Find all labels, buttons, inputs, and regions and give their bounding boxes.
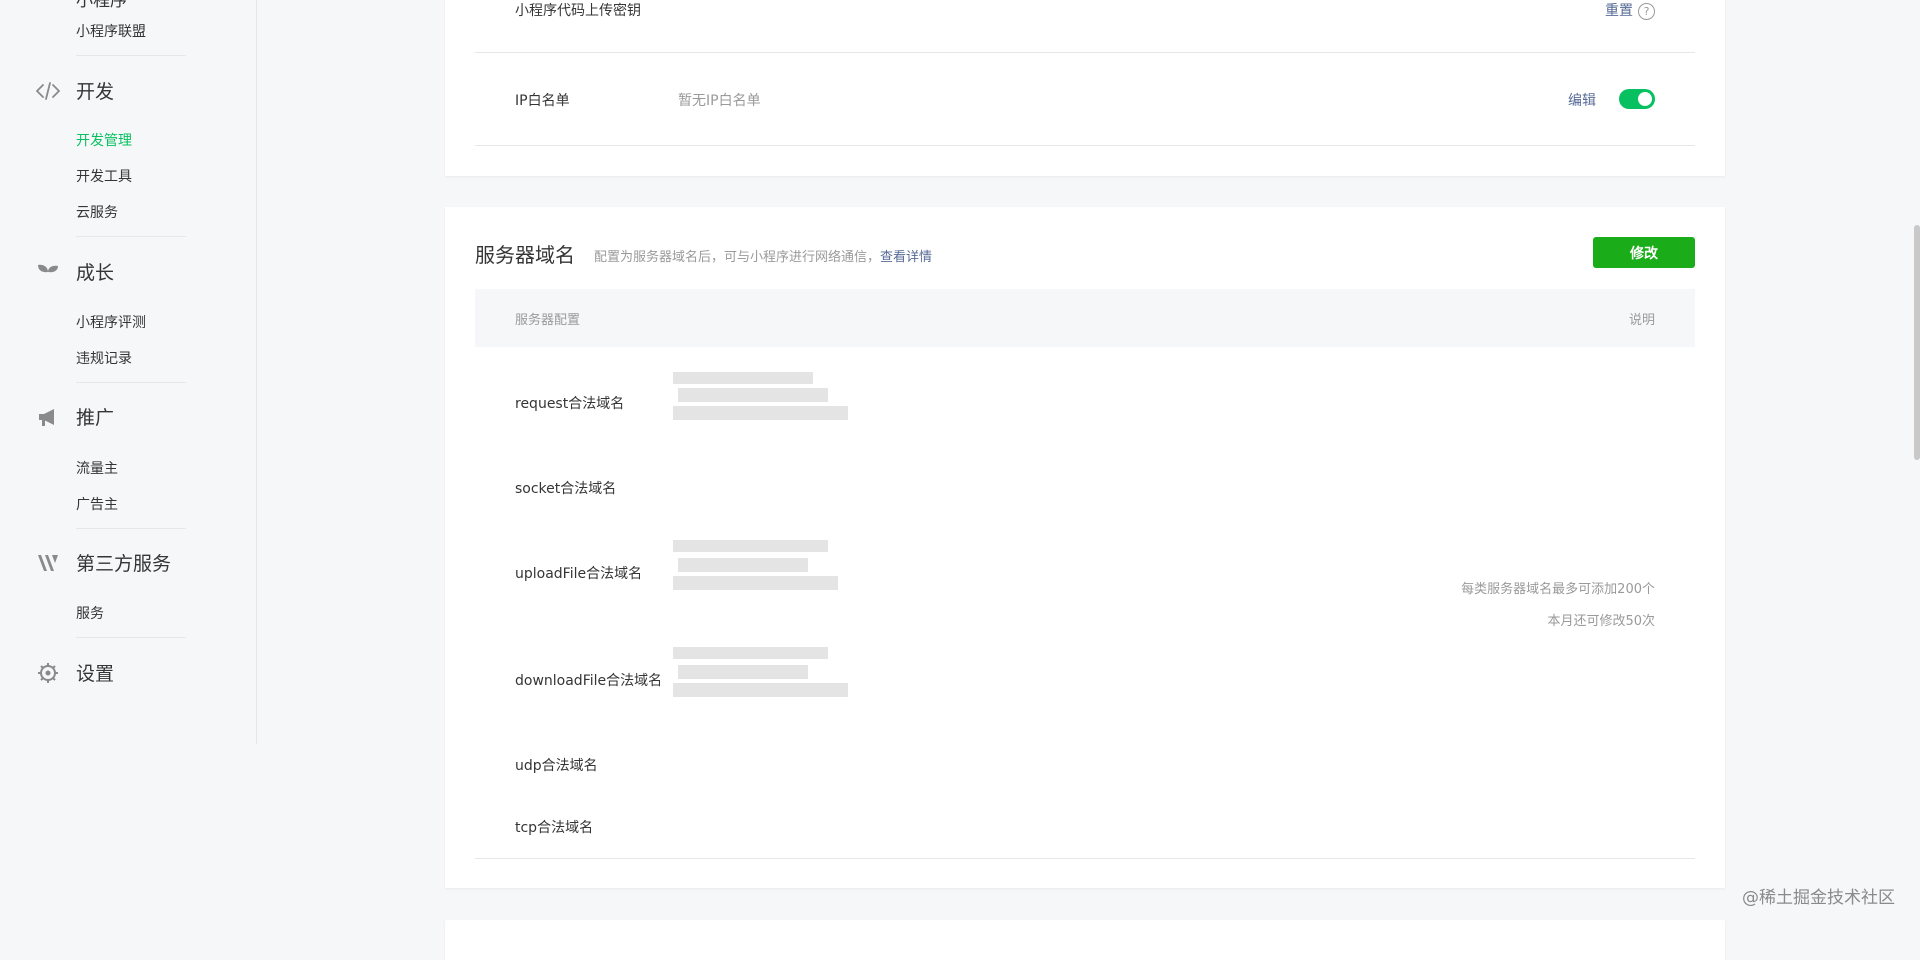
sidebar-item-violations[interactable]: 违规记录 [76,348,132,368]
table-row-label: udp合法域名 [515,758,598,774]
divider [475,145,1695,146]
table-header: 服务器配置 说明 [475,289,1695,347]
watermark: @稀土掘金技术社区 [1742,888,1895,908]
upload-secret-actions: 重置? [1605,0,1655,20]
sidebar-item-cloud[interactable]: 云服务 [76,202,118,222]
domain-limit-note: 每类服务器域名最多可添加200个 [1461,582,1655,597]
modify-button[interactable]: 修改 [1593,237,1695,268]
sidebar-item-traffic-owner[interactable]: 流量主 [76,458,118,478]
gear-icon [36,661,60,685]
sprout-icon [36,260,60,284]
table-row-label: socket合法域名 [515,481,617,497]
sidebar-item-advertiser[interactable]: 广告主 [76,494,118,514]
divider [475,858,1695,859]
table-row-label: tcp合法域名 [515,820,594,836]
sidebar-section-promote[interactable]: 推广 [36,403,114,430]
divider [76,528,186,529]
divider [76,637,186,638]
sidebar: 小程序 小程序联盟 开发 开发管理 开发工具 云服务 成长 小程序评测 违规记录… [0,0,257,744]
divider [76,236,186,237]
sidebar-section-partial[interactable]: 小程序 [76,0,127,11]
sidebar-section-title: 第三方服务 [76,553,172,575]
ip-whitelist-label: IP白名单 [515,93,570,109]
sidebar-section-title: 设置 [76,663,115,685]
sidebar-item-service[interactable]: 服务 [76,603,104,623]
divider [475,52,1695,53]
reset-link[interactable]: 重置 [1605,3,1633,19]
section-description: 配置为服务器域名后，可与小程序进行网络通信，查看详情 [594,246,932,265]
sidebar-item-dev-tools[interactable]: 开发工具 [76,166,132,186]
divider [76,55,186,56]
section-title: 服务器域名 [475,243,575,267]
dev-settings-card: 小程序代码上传密钥 重置? IP白名单 暂无IP白名单 编辑 [445,0,1725,176]
sidebar-section-title: 成长 [76,262,115,284]
edit-link[interactable]: 编辑 [1568,90,1596,110]
description-text: 配置为服务器域名后，可与小程序进行网络通信， [594,250,881,265]
sidebar-section-growth[interactable]: 成长 [36,258,114,285]
column-header-config: 服务器配置 [515,313,581,328]
next-card [445,920,1725,960]
details-link[interactable]: 查看详情 [880,250,932,265]
megaphone-icon [36,405,60,429]
divider [76,382,186,383]
server-domain-card: 服务器域名 配置为服务器域名后，可与小程序进行网络通信，查看详情 修改 服务器配… [445,207,1725,888]
monthly-modify-note: 本月还可修改50次 [1547,614,1655,629]
toggle-knob [1638,92,1652,106]
ip-whitelist-toggle[interactable] [1619,89,1655,109]
ip-whitelist-value: 暂无IP白名单 [678,93,761,109]
table-row-label: request合法域名 [515,396,625,412]
sidebar-section-develop[interactable]: 开发 [36,77,114,104]
sidebar-section-title: 推广 [76,407,115,429]
sidebar-section-settings[interactable]: 设置 [36,659,114,686]
sidebar-item-review[interactable]: 小程序评测 [76,312,146,332]
table-row-label: downloadFile合法域名 [515,673,663,689]
code-icon [36,79,60,103]
scrollbar[interactable] [1914,225,1920,460]
table-row-label: uploadFile合法域名 [515,566,643,582]
upload-secret-label: 小程序代码上传密钥 [515,3,641,19]
sidebar-section-third-party[interactable]: 第三方服务 [36,549,171,576]
sidebar-item-union[interactable]: 小程序联盟 [76,21,146,41]
column-header-description: 说明 [1628,313,1655,328]
help-icon[interactable]: ? [1638,2,1655,20]
sidebar-section-title: 开发 [76,81,115,103]
third-party-icon [36,551,60,575]
sidebar-item-dev-manage[interactable]: 开发管理 [76,130,132,150]
